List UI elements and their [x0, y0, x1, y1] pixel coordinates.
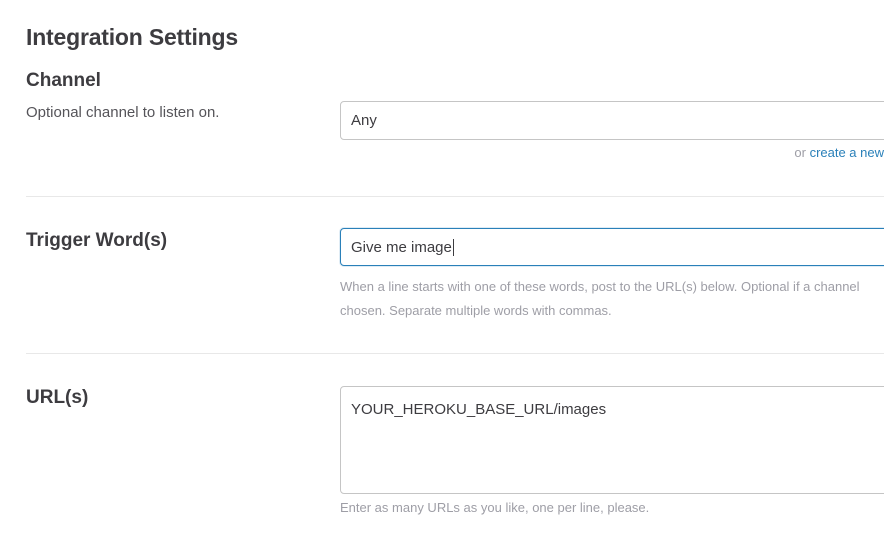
channel-description: Optional channel to listen on. — [26, 104, 220, 121]
section-divider — [26, 196, 884, 197]
channel-select-value: Any — [351, 112, 377, 129]
integration-settings-page: Integration Settings Channel Optional ch… — [0, 0, 884, 536]
section-divider — [26, 353, 884, 354]
urls-section-title: URL(s) — [26, 387, 89, 408]
trigger-words-value: Give me image — [351, 238, 452, 256]
create-channel-link[interactable]: create a new — [810, 145, 884, 160]
create-channel-prefix: or — [794, 145, 806, 160]
urls-value: YOUR_HEROKU_BASE_URL/images — [351, 401, 607, 418]
urls-textarea[interactable]: YOUR_HEROKU_BASE_URL/images — [340, 386, 884, 494]
trigger-help-line-1: When a line starts with one of these wor… — [340, 279, 860, 294]
channel-section-title: Channel — [26, 70, 101, 91]
trigger-section-title: Trigger Word(s) — [26, 230, 168, 251]
urls-help: Enter as many URLs as you like, one per … — [340, 500, 650, 515]
create-channel-line: or create a new — [794, 145, 884, 160]
trigger-help-line-2: chosen. Separate multiple words with com… — [340, 303, 612, 318]
channel-select[interactable]: Any — [340, 101, 884, 140]
page-title: Integration Settings — [26, 24, 238, 50]
text-caret — [452, 238, 454, 256]
trigger-words-input[interactable]: Give me image — [340, 228, 884, 266]
